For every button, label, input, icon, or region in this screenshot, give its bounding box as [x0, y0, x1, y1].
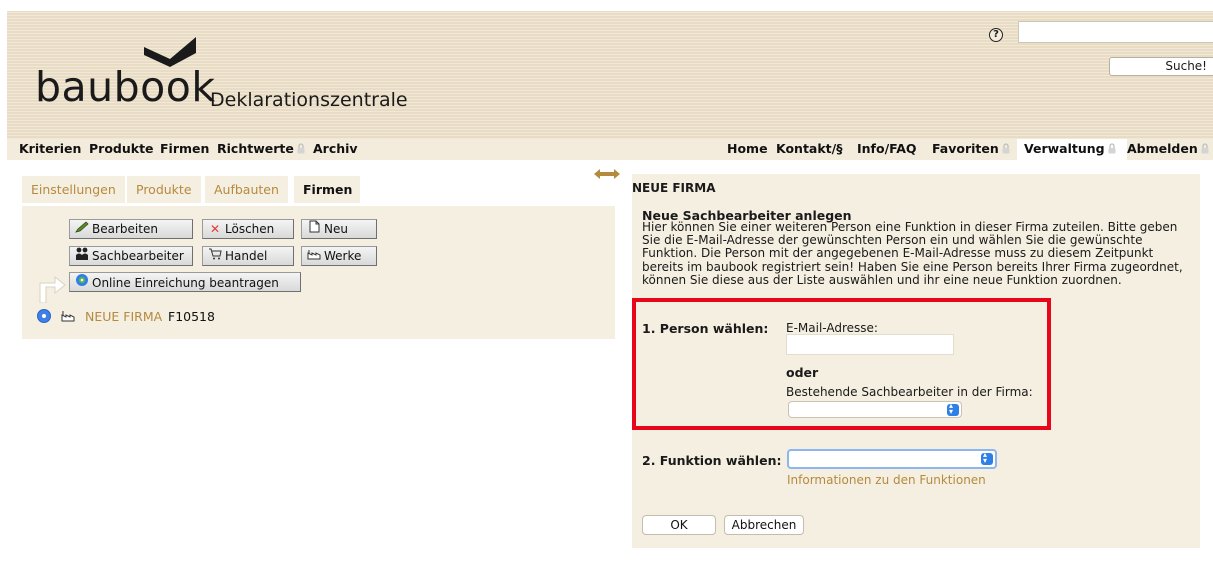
trade-button-label: Handel [225, 249, 268, 263]
factory-icon [61, 311, 75, 322]
plants-button[interactable]: Werke [301, 246, 377, 266]
new-document-icon [306, 220, 322, 238]
nav-richtwerte-label: Richtwerte [217, 141, 294, 156]
nav-abmelden-label: Abmelden [1127, 141, 1198, 156]
lock-icon [1201, 143, 1209, 154]
nav-favoriten[interactable]: Favoriten [932, 141, 1010, 156]
panel-title: NEUE FIRMA [632, 181, 716, 195]
nav-favoriten-label: Favoriten [932, 141, 999, 156]
tab-firmen[interactable]: Firmen [294, 176, 360, 203]
nav-kontakt[interactable]: Kontakt/§ [776, 141, 842, 156]
tab-produkte[interactable]: Produkte [127, 176, 201, 203]
nav-kriterien[interactable]: Kriterien [19, 141, 81, 156]
tree-connector-icon [39, 275, 66, 303]
select-chevron-icon [981, 450, 993, 465]
factory-icon [306, 247, 322, 265]
step1-label: 1. Person wählen: [642, 321, 769, 336]
right-panel: NEUE FIRMA Neue Sachbearbeiter anlegen H… [632, 174, 1200, 548]
edit-button-label: Bearbeiten [92, 222, 158, 236]
section-description: Hier können Sie einer weiteren Person ei… [642, 220, 1183, 287]
main-navigation: Kriterien Produkte Firmen Richtwerte Arc… [7, 139, 1213, 160]
help-icon[interactable]: ? [989, 28, 1003, 42]
staff-button-label: Sachbearbeiter [92, 249, 184, 263]
company-tree-link[interactable]: NEUE FIRMA [85, 309, 162, 324]
tab-aufbauten[interactable]: Aufbauten [205, 176, 288, 203]
tab-bar: Einstellungen Produkte Aufbauten Firmen [15, 176, 615, 203]
function-select[interactable] [787, 449, 997, 469]
or-label: oder [786, 365, 819, 380]
step2-label: 2. Funktion wählen: [642, 453, 782, 468]
nav-abmelden[interactable]: Abmelden [1127, 141, 1209, 156]
people-icon [74, 247, 90, 265]
cancel-button[interactable]: Abbrechen [724, 515, 804, 535]
resize-arrows-icon[interactable] [594, 168, 620, 180]
nav-richtwerte[interactable]: Richtwerte [217, 141, 305, 156]
left-panel: Einstellungen Produkte Aufbauten Firmen … [15, 176, 615, 339]
existing-staff-label: Bestehende Sachbearbeiter in der Firma: [786, 385, 1033, 399]
nav-verwaltung[interactable]: Verwaltung [1024, 141, 1116, 156]
pencil-icon [74, 220, 90, 238]
search-button[interactable]: Suche! [1109, 57, 1213, 76]
lock-icon [1108, 143, 1116, 154]
trade-button[interactable]: Handel [202, 246, 294, 266]
company-radio[interactable] [37, 309, 51, 323]
new-button[interactable]: Neu [301, 219, 377, 239]
new-button-label: Neu [324, 222, 348, 236]
nav-archiv[interactable]: Archiv [313, 141, 358, 156]
logo-text[interactable]: baubook [35, 63, 216, 111]
search-input[interactable] [1018, 21, 1213, 43]
lock-icon [297, 143, 305, 154]
ok-button[interactable]: OK [642, 515, 716, 535]
header: baubook Deklarationszentrale ? Suche! [7, 11, 1213, 139]
plants-button-label: Werke [324, 249, 362, 263]
delete-button-label: Löschen [225, 222, 275, 236]
nav-firmen[interactable]: Firmen [160, 141, 209, 156]
lock-icon [1002, 143, 1010, 154]
online-submission-label: Online Einreichung beantragen [92, 276, 279, 290]
nav-home[interactable]: Home [727, 141, 768, 156]
tab-content: Bearbeiten ✕ Löschen Neu Sachbearbeiter H… [22, 206, 615, 339]
email-field[interactable] [786, 334, 954, 355]
nav-verwaltung-label: Verwaltung [1024, 141, 1105, 156]
edit-button[interactable]: Bearbeiten [69, 219, 193, 239]
logo-subtitle: Deklarationszentrale [210, 89, 408, 111]
cart-icon [207, 247, 223, 265]
existing-staff-select[interactable] [788, 401, 962, 418]
delete-x-icon: ✕ [209, 222, 221, 236]
tab-einstellungen[interactable]: Einstellungen [22, 176, 125, 203]
company-id: F10518 [168, 309, 215, 324]
nav-info-faq[interactable]: Info/FAQ [857, 141, 917, 156]
globe-icon [74, 273, 90, 292]
email-label: E-Mail-Adresse: [786, 321, 878, 335]
nav-produkte[interactable]: Produkte [89, 141, 154, 156]
function-info-link[interactable]: Informationen zu den Funktionen [787, 473, 986, 487]
staff-button[interactable]: Sachbearbeiter [69, 246, 193, 266]
delete-button[interactable]: ✕ Löschen [202, 219, 294, 239]
online-submission-button[interactable]: Online Einreichung beantragen [69, 272, 301, 292]
select-chevron-icon [947, 401, 959, 416]
